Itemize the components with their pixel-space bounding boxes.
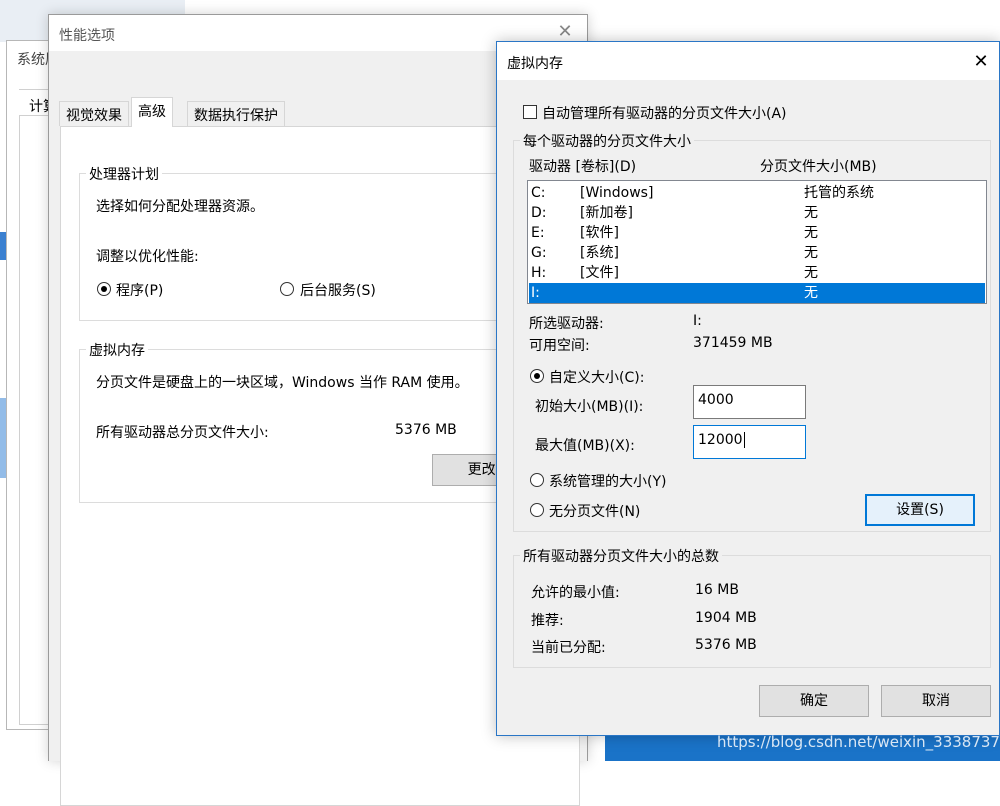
drive-size: 无 — [804, 225, 818, 241]
free-space-label: 可用空间: — [529, 338, 590, 354]
drive-row-selected[interactable]: I: 无 — [529, 283, 985, 303]
vm-titlebar: 虚拟内存 ✕ — [497, 42, 999, 80]
no-paging-label[interactable]: 无分页文件(N) — [549, 501, 640, 521]
perf-window-title: 性能选项 — [59, 28, 115, 44]
total-group-title: 所有驱动器分页文件大小的总数 — [520, 546, 722, 566]
drive-size: 无 — [804, 265, 818, 281]
drive-label: [Windows] — [580, 185, 654, 201]
selected-drive-value: I: — [693, 313, 702, 329]
custom-size-radio[interactable] — [530, 369, 544, 383]
drive-size: 无 — [804, 205, 818, 221]
watermark-text: https://blog.csdn.net/weixin_33387378 — [717, 733, 1000, 751]
max-size-value: 12000 — [698, 432, 743, 448]
per-drive-group-title: 每个驱动器的分页文件大小 — [520, 131, 694, 151]
min-allowed-value: 16 MB — [695, 582, 739, 598]
virtual-memory-group: 虚拟内存 分页文件是硬盘上的一块区域，Windows 当作 RAM 使用。 所有… — [79, 340, 552, 503]
drive-letter: H: — [531, 265, 547, 281]
drive-column-header: 驱动器 [卷标](D) — [529, 159, 637, 175]
allocated-label: 当前已分配: — [531, 640, 606, 656]
drive-list[interactable]: C: [Windows] 托管的系统 D: [新加卷] 无 E: [软件] 无 … — [527, 180, 987, 304]
no-paging-radio[interactable] — [530, 503, 544, 517]
recommended-value: 1904 MB — [695, 610, 757, 626]
set-button[interactable]: 设置(S) — [865, 494, 975, 526]
drive-letter: I: — [531, 285, 540, 301]
programs-radio-label[interactable]: 程序(P) — [116, 280, 163, 300]
free-space-value: 371459 MB — [693, 335, 773, 351]
vm-dialog-title: 虚拟内存 — [507, 56, 563, 72]
recommended-label: 推荐: — [531, 613, 564, 629]
total-paging-value: 5376 MB — [395, 422, 457, 438]
drive-label: [新加卷] — [580, 205, 633, 221]
total-paging-label: 所有驱动器总分页文件大小: — [96, 425, 269, 441]
virtual-memory-desc: 分页文件是硬盘上的一块区域，Windows 当作 RAM 使用。 — [96, 375, 469, 391]
text-caret — [743, 432, 745, 448]
adjust-label: 调整以优化性能: — [96, 249, 199, 265]
drive-size: 无 — [804, 245, 818, 261]
ok-button[interactable]: 确定 — [759, 685, 869, 717]
max-size-input[interactable]: 12000 — [693, 425, 806, 459]
selected-drive-label: 所选驱动器: — [529, 316, 604, 332]
drive-label: [文件] — [580, 265, 619, 281]
drive-size: 托管的系统 — [804, 185, 874, 201]
drive-row[interactable]: C: [Windows] 托管的系统 — [529, 183, 985, 203]
drive-label: [系统] — [580, 245, 619, 261]
min-allowed-label: 允许的最小值: — [531, 585, 620, 601]
processor-desc: 选择如何分配处理器资源。 — [96, 199, 264, 215]
auto-manage-checkbox[interactable] — [523, 105, 537, 119]
processor-group-title: 处理器计划 — [86, 164, 162, 184]
initial-size-input[interactable]: 4000 — [693, 385, 806, 419]
drive-row[interactable]: H: [文件] 无 — [529, 263, 985, 283]
services-radio-label[interactable]: 后台服务(S) — [300, 280, 376, 300]
drive-label: [软件] — [580, 225, 619, 241]
initial-size-label: 初始大小(MB)(I): — [535, 399, 644, 415]
drive-letter: E: — [531, 225, 545, 241]
drive-row[interactable]: G: [系统] 无 — [529, 243, 985, 263]
allocated-value: 5376 MB — [695, 637, 757, 653]
drive-letter: G: — [531, 245, 547, 261]
close-icon[interactable]: ✕ — [554, 21, 576, 43]
max-size-label: 最大值(MB)(X): — [535, 438, 635, 454]
drive-size: 无 — [804, 285, 818, 301]
tab-advanced[interactable]: 高级 — [131, 97, 173, 127]
cancel-button[interactable]: 取消 — [881, 685, 991, 717]
processor-group: 处理器计划 选择如何分配处理器资源。 调整以优化性能: 程序(P) 后台服务(S… — [79, 164, 549, 321]
auto-manage-label[interactable]: 自动管理所有驱动器的分页文件大小(A) — [542, 103, 787, 123]
tab-dep[interactable]: 数据执行保护 — [187, 101, 285, 126]
system-managed-label[interactable]: 系统管理的大小(Y) — [549, 471, 666, 491]
virtual-memory-group-title: 虚拟内存 — [86, 340, 148, 360]
drive-row[interactable]: E: [软件] 无 — [529, 223, 985, 243]
virtual-memory-dialog: 虚拟内存 ✕ 自动管理所有驱动器的分页文件大小(A) 每个驱动器的分页文件大小 … — [496, 41, 1000, 736]
programs-radio[interactable] — [97, 282, 111, 296]
drive-letter: C: — [531, 185, 546, 201]
tab-visual-effects[interactable]: 视觉效果 — [59, 101, 129, 126]
drive-letter: D: — [531, 205, 547, 221]
drive-row[interactable]: D: [新加卷] 无 — [529, 203, 985, 223]
close-icon[interactable]: ✕ — [967, 48, 995, 76]
custom-size-label[interactable]: 自定义大小(C): — [549, 367, 644, 387]
services-radio[interactable] — [280, 282, 294, 296]
size-column-header: 分页文件大小(MB) — [760, 159, 877, 175]
system-managed-radio[interactable] — [530, 473, 544, 487]
